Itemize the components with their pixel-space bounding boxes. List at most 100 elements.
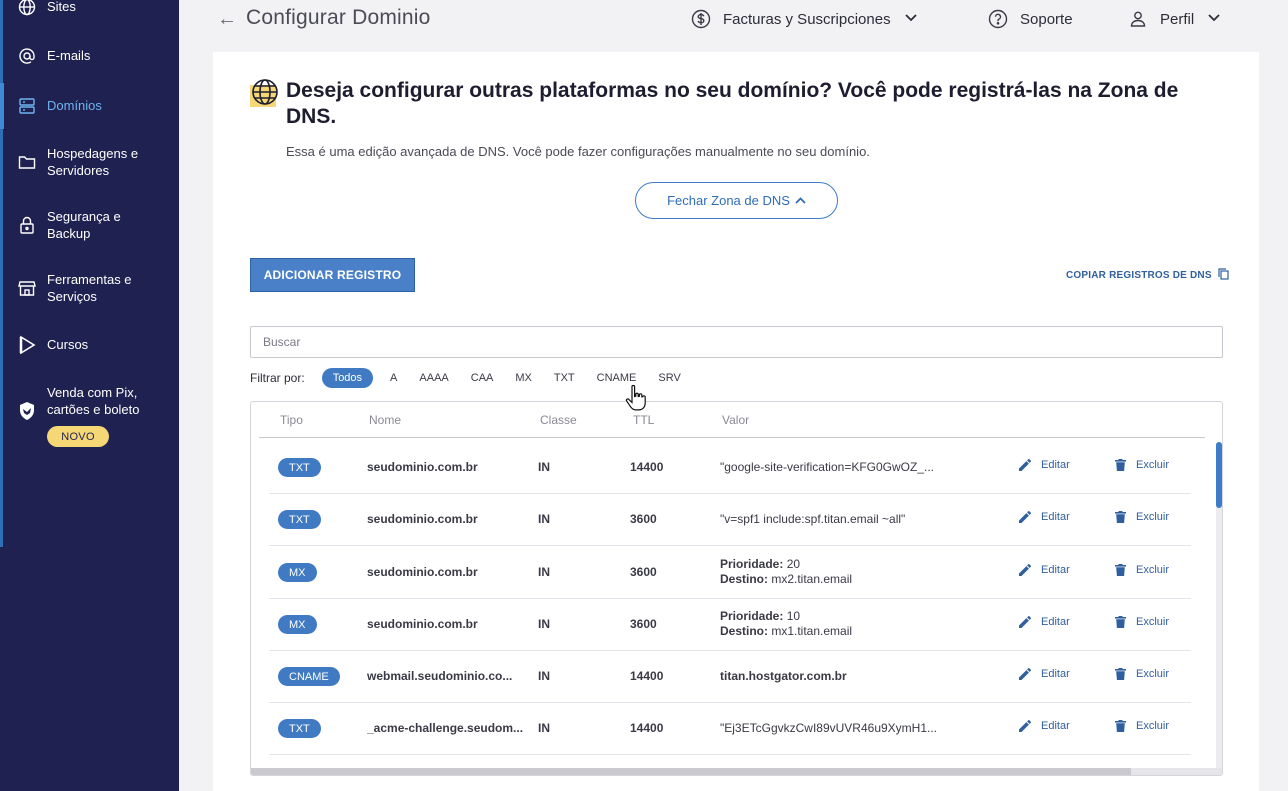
delete-button[interactable]: Excluir — [1115, 564, 1169, 576]
record-ttl: 3600 — [630, 617, 657, 631]
filter-txt[interactable]: TXT — [554, 372, 575, 384]
sidebar-item-seguranca[interactable]: Segurança e Backup — [16, 206, 146, 242]
record-type-badge: MX — [278, 563, 317, 582]
hand-pointer-icon — [624, 384, 652, 414]
record-type-badge: TXT — [278, 719, 321, 738]
dns-zone-card: Deseja configurar outras plataformas no … — [213, 52, 1259, 791]
top-header: ← Configurar Dominio Facturas y Suscripc… — [179, 0, 1288, 52]
record-type-badge: TXT — [278, 510, 321, 529]
record-type-badge: MX — [278, 615, 317, 634]
edit-button[interactable]: Editar — [1019, 616, 1070, 628]
record-ttl: 14400 — [630, 721, 664, 735]
back-arrow-icon[interactable]: ← — [217, 8, 237, 31]
sidebar-item-label: Sites — [47, 0, 76, 14]
delete-button[interactable]: Excluir — [1115, 720, 1169, 732]
profile-label: Perfil — [1160, 10, 1195, 28]
edit-button[interactable]: Editar — [1019, 511, 1070, 523]
sidebar-item-dominios[interactable]: Domínios — [16, 95, 176, 117]
copy-dns-records-link[interactable]: COPIAR REGISTROS DE DNS — [1066, 268, 1229, 283]
delete-button[interactable]: Excluir — [1115, 616, 1169, 628]
dollar-icon — [690, 8, 712, 30]
destination-line: Destino: mx1.titan.email — [720, 624, 853, 638]
record-class: IN — [538, 565, 550, 579]
pencil-icon — [1019, 616, 1031, 628]
new-badge: NOVO — [47, 426, 109, 447]
table-row: TXT seudominio.com.br IN 3600 "v=spf1 in… — [269, 493, 1191, 546]
search-input[interactable] — [250, 326, 1223, 358]
profile-menu[interactable]: Perfil — [1127, 8, 1220, 30]
scrollbar-thumb[interactable] — [1216, 442, 1222, 508]
pencil-icon — [1019, 459, 1031, 471]
edit-button[interactable]: Editar — [1019, 459, 1070, 471]
filter-a[interactable]: A — [390, 372, 397, 384]
col-class: Classe — [540, 413, 577, 427]
edit-button[interactable]: Editar — [1019, 720, 1070, 732]
edit-button[interactable]: Editar — [1019, 668, 1070, 680]
sidebar-item-ferramentas[interactable]: Ferramentas e Serviços — [16, 269, 146, 305]
table-row: MX seudominio.com.br IN 3600 Prioridade:… — [269, 598, 1191, 651]
sidebar-item-label: Domínios — [47, 98, 102, 113]
sidebar-item-hospedagens[interactable]: Hospedagens e Servidores — [16, 143, 146, 179]
table-row: TXT _acme-challenge.seudom... IN 14400 "… — [269, 702, 1191, 755]
table-row: MX seudominio.com.br IN 3600 Prioridade:… — [269, 546, 1191, 599]
pencil-icon — [1019, 511, 1031, 523]
record-name: seudominio.com.br — [367, 460, 478, 474]
table-horizontal-scrollbar[interactable] — [251, 768, 1222, 775]
sidebar-item-label: Hospedagens e Servidores — [47, 146, 139, 178]
sidebar-item-label: Segurança e Backup — [47, 209, 121, 241]
table-vertical-scrollbar[interactable] — [1216, 442, 1222, 772]
page-title: Configurar Dominio — [246, 6, 431, 29]
record-name: seudominio.com.br — [367, 512, 478, 526]
filter-mx[interactable]: MX — [515, 372, 532, 384]
sidebar-item-cursos[interactable]: Cursos — [16, 334, 176, 356]
record-ttl: 3600 — [630, 565, 657, 579]
filter-cname[interactable]: CNAME — [597, 372, 637, 384]
col-type: Tipo — [280, 413, 303, 427]
record-class: IN — [538, 512, 550, 526]
active-indicator — [0, 83, 4, 129]
support-link[interactable]: Soporte — [987, 8, 1073, 30]
edit-button[interactable]: Editar — [1019, 564, 1070, 576]
store-icon — [16, 277, 38, 299]
trash-icon — [1115, 459, 1126, 471]
record-type-badge: CNAME — [278, 667, 340, 686]
delete-button[interactable]: Excluir — [1115, 459, 1169, 471]
delete-button[interactable]: Excluir — [1115, 511, 1169, 523]
filter-srv[interactable]: SRV — [658, 372, 680, 384]
scrollbar-thumb[interactable] — [251, 768, 1131, 775]
trash-icon — [1115, 668, 1126, 680]
at-icon — [16, 45, 38, 67]
table-row: CNAME webmail.seudominio.co... IN 14400 … — [269, 650, 1191, 703]
record-ttl: 14400 — [630, 669, 664, 683]
sidebar-item-label: Ferramentas e Serviços — [47, 272, 132, 304]
sidebar-item-emails[interactable]: E-mails — [16, 45, 176, 67]
copy-dns-label: COPIAR REGISTROS DE DNS — [1066, 270, 1212, 281]
pencil-icon — [1019, 564, 1031, 576]
delete-button[interactable]: Excluir — [1115, 668, 1169, 680]
chevron-down-icon — [1208, 13, 1220, 25]
record-value: "v=spf1 include:spf.titan.email ~all" — [720, 512, 906, 526]
pencil-icon — [1019, 720, 1031, 732]
record-class: IN — [538, 460, 550, 474]
col-name: Nome — [369, 413, 402, 427]
close-dns-zone-button[interactable]: Fechar Zona de DNS — [635, 182, 838, 219]
add-record-button[interactable]: ADICIONAR REGISTRO — [250, 258, 415, 292]
destination-line: Destino: mx2.titan.email — [720, 572, 853, 586]
chevron-up-icon — [795, 197, 806, 204]
sidebar-item-venda-pix[interactable]: Venda com Pix, cartões e boleto — [16, 382, 156, 422]
filter-aaaa[interactable]: AAAA — [419, 372, 448, 384]
trash-icon — [1115, 616, 1126, 628]
filter-todos[interactable]: Todos — [321, 367, 374, 388]
dns-globe-icon — [250, 79, 278, 107]
user-icon — [1127, 8, 1149, 30]
record-value: "Ej3ETcGgvkzCwI89vUVR46u9XymH1... — [720, 721, 938, 735]
pencil-icon — [1019, 668, 1031, 680]
server-icon — [16, 95, 38, 117]
billing-menu[interactable]: Facturas y Suscripciones — [690, 8, 917, 30]
record-name: webmail.seudominio.co... — [367, 669, 513, 683]
sidebar-item-sites[interactable]: Sites — [16, 0, 176, 18]
filter-caa[interactable]: CAA — [471, 372, 494, 384]
shield-bird-icon — [16, 400, 38, 422]
trash-icon — [1115, 564, 1126, 576]
priority-line: Prioridade: 10 — [720, 609, 801, 623]
